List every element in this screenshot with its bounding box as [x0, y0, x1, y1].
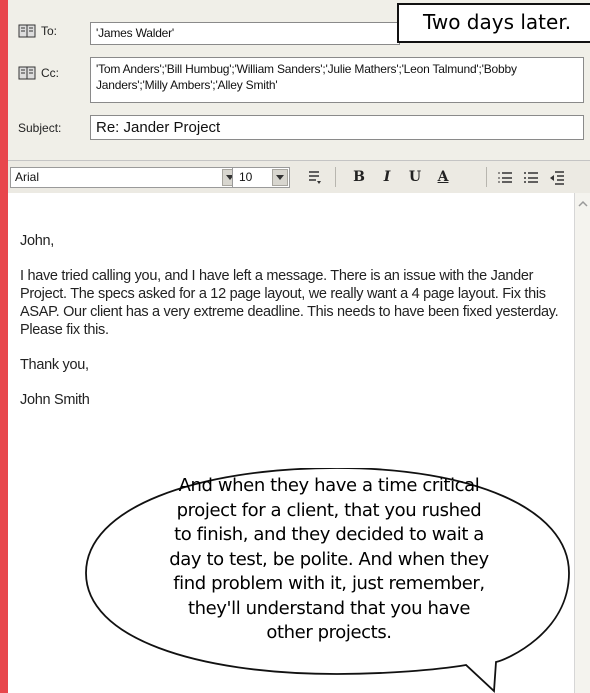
bubble-line: other projects. — [266, 622, 392, 643]
message-text: John, I have tried calling you, and I ha… — [20, 232, 580, 426]
subject-label: Subject: — [18, 121, 62, 135]
numbered-list-icon[interactable] — [494, 166, 516, 188]
toolbar-divider — [486, 167, 487, 187]
message-paragraph: I have tried calling you, and I have lef… — [20, 268, 559, 338]
underline-button[interactable]: U — [404, 166, 426, 188]
email-window: To: 'James Walder' Two days later. Cc: '… — [8, 0, 590, 693]
bubble-line: project for a client, that you rushed — [176, 499, 482, 521]
subject-field[interactable]: Re: Jander Project — [90, 115, 584, 140]
to-button[interactable]: To: — [18, 24, 57, 38]
scroll-up-icon[interactable] — [577, 197, 589, 209]
to-field[interactable]: 'James Walder' — [90, 22, 400, 45]
cc-button[interactable]: Cc: — [18, 66, 59, 80]
message-signature: John Smith — [20, 392, 90, 408]
message-closing: Thank you, — [20, 357, 89, 373]
bold-button[interactable]: B — [348, 166, 370, 188]
font-size-select[interactable]: 10 — [232, 167, 290, 188]
cc-label: Cc: — [41, 66, 59, 80]
bubble-line: to finish, and they decided to wait a — [174, 524, 484, 545]
italic-button[interactable]: I — [376, 166, 398, 188]
chevron-down-icon[interactable] — [272, 169, 288, 186]
bubble-line: they'll understand that you have — [187, 597, 471, 619]
line-spacing-icon[interactable] — [303, 166, 325, 188]
speech-bubble: And when they have a time critical proje… — [76, 468, 590, 693]
address-book-icon — [18, 66, 38, 80]
font-color-button[interactable]: A — [432, 166, 454, 188]
bullet-list-icon[interactable] — [520, 166, 542, 188]
bubble-line: find problem with it, just remember, — [173, 573, 485, 594]
bubble-line: day to test, be polite. And when they — [169, 548, 489, 570]
bubble-line: And when they have a time critical — [178, 475, 480, 496]
message-greeting: John, — [20, 233, 54, 249]
address-book-icon — [18, 24, 38, 38]
font-size-value: 10 — [239, 170, 253, 184]
decrease-indent-icon[interactable] — [546, 166, 568, 188]
toolbar-divider — [335, 167, 336, 187]
font-name-value: Arial — [15, 170, 40, 184]
to-label: To: — [41, 24, 58, 38]
caption-box: Two days later. — [397, 3, 590, 43]
speech-bubble-text: And when they have a time critical proje… — [114, 474, 544, 646]
font-name-select[interactable]: Arial — [10, 167, 240, 188]
formatting-toolbar: Arial 10 B I U A — [8, 160, 590, 194]
cc-field[interactable]: 'Tom Anders';'Bill Humbug';'William Sand… — [90, 57, 584, 103]
